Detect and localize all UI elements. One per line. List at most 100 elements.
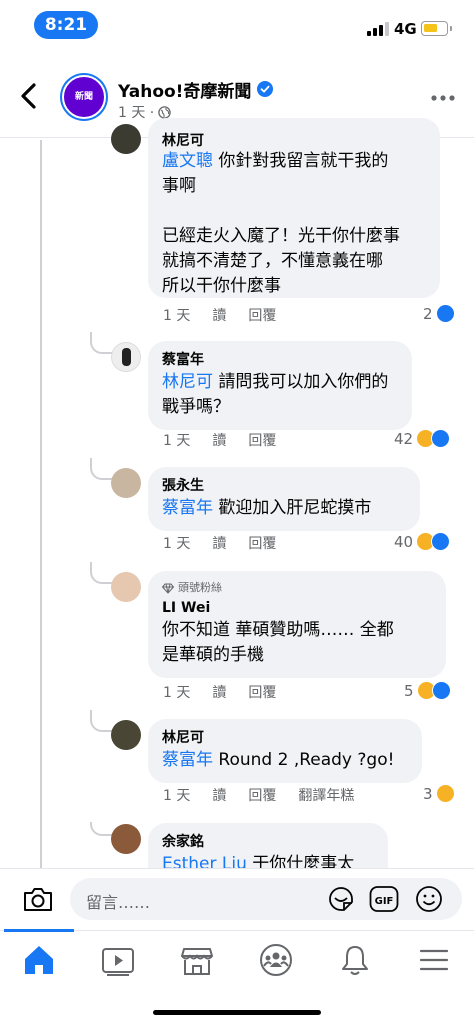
commenter-avatar[interactable]	[111, 824, 141, 854]
commenter-avatar[interactable]	[111, 124, 141, 154]
reaction-count: 3	[423, 784, 433, 803]
comment-input[interactable]: 留言…… GIF	[70, 878, 462, 920]
reply-button[interactable]: 回覆	[248, 785, 276, 805]
reply-button[interactable]: 回覆	[248, 430, 276, 450]
mention-link[interactable]: 蔡富年	[162, 498, 213, 518]
home-icon[interactable]	[20, 941, 58, 979]
reply-connector	[90, 458, 112, 480]
comment-reply: 余家銘 Esther Liu 干你什麼事太	[0, 822, 474, 868]
comment-text: 蔡富年 Round 2 ,Ready ?go!	[162, 750, 395, 770]
comment-actions: 1 天 讀 回覆	[163, 682, 276, 702]
top-fan-badge: 頭號粉絲	[162, 580, 432, 596]
read-button[interactable]: 讀	[212, 785, 226, 805]
marketplace-icon[interactable]	[178, 941, 216, 979]
comment-author[interactable]: 林尼可	[162, 131, 426, 151]
commenter-avatar[interactable]	[111, 342, 141, 372]
comment-bubble[interactable]: 余家銘 Esther Liu 干你什麼事太	[148, 823, 388, 868]
comment-actions: 1 天 讀 回覆	[163, 430, 276, 450]
reply-button[interactable]: 回覆	[248, 533, 276, 553]
comment-time: 1 天	[163, 685, 191, 701]
comment-author[interactable]: 張永生	[162, 476, 406, 496]
reply-button[interactable]: 回覆	[248, 682, 276, 702]
comment-author[interactable]: 余家銘	[162, 832, 374, 852]
comment-placeholder: 留言……	[86, 893, 151, 912]
page-name[interactable]: Yahoo!奇摩新聞	[118, 77, 251, 102]
notifications-icon[interactable]	[336, 941, 374, 979]
sticker-icon[interactable]	[326, 884, 356, 914]
mention-link[interactable]: Esther Liu	[162, 854, 247, 868]
read-button[interactable]: 讀	[212, 533, 226, 553]
svg-text:GIF: GIF	[375, 896, 394, 907]
network-label: 4G	[394, 20, 417, 38]
comment-actions: 1 天 讀 回覆	[163, 533, 276, 553]
comment-text: Esther Liu 干你什麼事太	[162, 852, 374, 868]
reaction-count: 40	[394, 532, 414, 551]
comment-time: 1 天	[163, 308, 191, 324]
mention-link[interactable]: 蔡富年	[162, 750, 213, 770]
comment-bubble[interactable]: 林尼可 蔡富年 Round 2 ,Ready ?go!	[148, 719, 422, 783]
diamond-icon	[162, 583, 174, 594]
reply-connector	[90, 562, 112, 584]
comment-time: 1 天	[163, 536, 191, 552]
comment-reply: 林尼可 盧文聰 你針對我留言就干我的 事啊 已經走火入魔了！光干你什麼事 就搞不…	[0, 118, 474, 328]
read-button[interactable]: 讀	[212, 305, 226, 325]
battery-icon	[421, 21, 452, 36]
like-reaction-icon	[431, 681, 451, 700]
comment-bubble[interactable]: 蔡富年 林尼可 請問我可以加入你們的 戰爭嗎？	[148, 341, 412, 430]
camera-icon[interactable]	[22, 885, 54, 913]
comment-composer: 留言…… GIF	[0, 868, 474, 930]
comment-bubble[interactable]: 張永生 蔡富年 歡迎加入肝尼蛇摸市	[148, 467, 420, 531]
groups-icon[interactable]	[257, 941, 295, 979]
status-bar: 8:21 4G	[0, 0, 474, 56]
reaction-summary[interactable]: 40	[394, 532, 451, 551]
reaction-summary[interactable]: 2	[423, 304, 455, 323]
comment-time: 1 天	[163, 433, 191, 449]
status-time: 8:21	[34, 11, 98, 39]
read-button[interactable]: 讀	[212, 682, 226, 702]
comment-text: 蔡富年 歡迎加入肝尼蛇摸市	[162, 498, 372, 518]
read-button[interactable]: 讀	[212, 430, 226, 450]
globe-icon	[158, 105, 172, 119]
comment-reply: 頭號粉絲 LI Wei 你不知道 華碩贊助嗎…… 全都 是華碩的手機 1 天 讀…	[0, 562, 474, 710]
comment-time: 1 天	[163, 788, 191, 804]
reaction-summary[interactable]: 5	[404, 681, 451, 700]
bottom-nav	[0, 929, 474, 1024]
comment-text: 盧文聰 你針對我留言就干我的 事啊 已經走火入魔了！光干你什麼事 就搞不清楚了，…	[162, 151, 400, 296]
commenter-avatar[interactable]	[111, 720, 141, 750]
more-options-icon[interactable]	[430, 94, 456, 102]
comment-text: 你不知道 華碩贊助嗎…… 全都 是華碩的手機	[162, 620, 394, 665]
menu-icon[interactable]	[415, 941, 453, 979]
comment-actions: 1 天 讀 回覆	[163, 305, 276, 325]
comment-author[interactable]: LI Wei	[162, 598, 432, 618]
mention-link[interactable]: 盧文聰	[162, 151, 213, 171]
comment-text: 林尼可 請問我可以加入你們的 戰爭嗎？	[162, 372, 389, 417]
reply-connector	[90, 822, 112, 836]
comment-author[interactable]: 蔡富年	[162, 350, 398, 370]
like-reaction-icon	[431, 532, 451, 551]
back-arrow-icon[interactable]	[16, 80, 42, 112]
reaction-count: 5	[404, 681, 414, 700]
commenter-avatar[interactable]	[111, 572, 141, 602]
reaction-summary[interactable]: 42	[394, 429, 451, 448]
page-avatar[interactable]: 新聞	[60, 73, 108, 121]
haha-reaction-icon	[435, 784, 455, 803]
comment-bubble[interactable]: 頭號粉絲 LI Wei 你不知道 華碩贊助嗎…… 全都 是華碩的手機	[148, 571, 446, 678]
like-reaction-icon	[431, 429, 451, 448]
mention-link[interactable]: 林尼可	[162, 372, 213, 392]
verified-badge-icon	[257, 81, 273, 97]
like-reaction-icon	[435, 304, 455, 323]
comment-author[interactable]: 林尼可	[162, 728, 408, 748]
home-indicator	[153, 1010, 321, 1015]
comment-bubble[interactable]: 林尼可 盧文聰 你針對我留言就干我的 事啊 已經走火入魔了！光干你什麼事 就搞不…	[148, 118, 440, 298]
reaction-count: 2	[423, 304, 433, 323]
emoji-icon[interactable]	[414, 884, 444, 914]
reply-connector	[90, 332, 112, 354]
reply-button[interactable]: 回覆	[248, 305, 276, 325]
gif-icon[interactable]: GIF	[369, 885, 399, 913]
video-icon[interactable]	[99, 941, 137, 979]
reaction-summary[interactable]: 3	[423, 784, 455, 803]
commenter-avatar[interactable]	[111, 468, 141, 498]
nav-active-indicator	[4, 929, 74, 932]
translate-button[interactable]: 翻譯年糕	[298, 785, 354, 805]
reaction-count: 42	[394, 429, 414, 448]
